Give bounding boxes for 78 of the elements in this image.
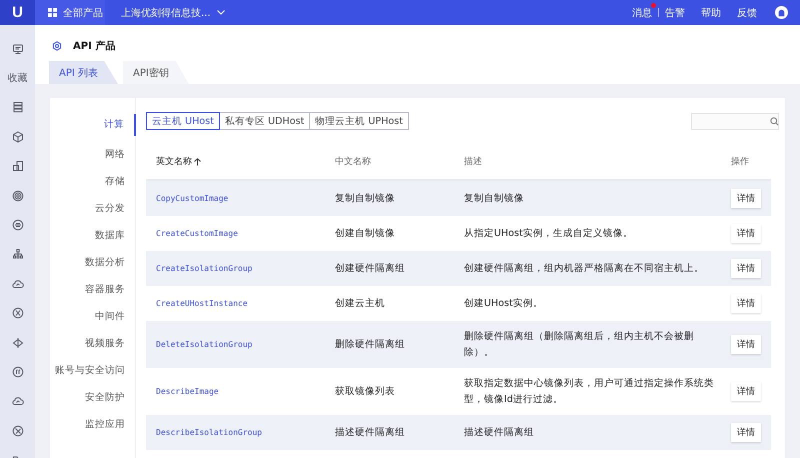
category-item[interactable]: 存储 [105, 168, 135, 195]
category-item[interactable]: 视频服务 [85, 330, 135, 357]
category-item[interactable]: 监控应用 [85, 411, 135, 438]
category-item[interactable]: 数据库 [95, 222, 135, 249]
category-item[interactable]: 账号与安全访问 [55, 357, 135, 384]
table-cell-text: 创建自制镜像 [335, 226, 395, 241]
table-cell-text: 删除硬件隔离组 [335, 338, 405, 352]
details-button[interactable]: 详情 [731, 382, 761, 401]
grid-icon [48, 8, 57, 17]
top-link[interactable]: 帮助 [701, 6, 721, 20]
api-name-link[interactable]: CreateUHostInstance [156, 299, 248, 308]
top-link[interactable]: 告警 [665, 6, 685, 20]
table-cell-text: 复制自制镜像 [464, 192, 524, 206]
column-header: 操作 [731, 156, 749, 168]
category-item[interactable]: 云分发 [95, 195, 135, 222]
api-name-link[interactable]: DescribeImage [156, 387, 219, 396]
target-icon[interactable] [12, 190, 24, 202]
circle-slash-icon[interactable] [12, 424, 24, 437]
hierarchy-icon[interactable] [12, 248, 24, 260]
settings-icon [52, 41, 62, 51]
top-link[interactable]: 消息 [632, 6, 652, 20]
table-cell-text: 创建硬件隔离组 [335, 262, 405, 276]
table-cell-text: 复制自制镜像 [335, 192, 395, 206]
category-item[interactable]: 容器服务 [85, 276, 135, 303]
circle-x-icon[interactable] [12, 307, 24, 320]
table-cell-text: 获取镜像列表 [335, 384, 395, 399]
cloud-icon[interactable] [12, 278, 24, 290]
category-item[interactable]: 计算 [104, 114, 136, 136]
category-item[interactable]: 中间件 [95, 303, 135, 330]
api-name-link[interactable]: CreateIsolationGroup [156, 264, 252, 273]
search-field[interactable] [691, 112, 779, 130]
chevron-down-icon [216, 10, 225, 15]
sort-arrow-icon[interactable] [194, 158, 201, 166]
favorites-link[interactable]: 收藏 [8, 71, 28, 86]
api-name-link[interactable]: DescribeIsolationGroup [156, 428, 262, 437]
database-icon[interactable] [12, 219, 24, 232]
cube-icon[interactable] [12, 130, 24, 143]
table-cell-text: 创建硬件隔离组，组内机器严格隔离在不同宿主机上。 [464, 262, 704, 276]
column-header: 中文名称 [335, 156, 371, 168]
tab[interactable]: API 列表 [49, 61, 118, 84]
circle-icon[interactable] [12, 366, 24, 378]
search-icon [770, 116, 779, 126]
user-avatar-icon[interactable] [775, 6, 788, 19]
table-cell-text: 从指定UHost实例，生成自定义镜像。 [464, 226, 633, 241]
server-icon[interactable] [12, 101, 24, 114]
table-cell-text: 删除硬件隔离组（删除隔离组后，组内主机不会被删除）。 [464, 330, 695, 360]
storage-icon[interactable] [12, 160, 24, 172]
api-name-link[interactable]: DeleteIsolationGroup [156, 340, 252, 349]
category-item[interactable]: 数据分析 [85, 249, 135, 276]
details-button[interactable]: 详情 [731, 259, 761, 278]
project-selector[interactable]: 上海优刻得信息技... [105, 6, 225, 20]
page-title: API 产品 [73, 40, 116, 53]
category-item[interactable]: 安全防护 [85, 384, 135, 411]
table-cell-text: 描述硬件隔离组 [335, 426, 405, 440]
network-icon[interactable] [12, 336, 24, 349]
table-cell-text: 创建云主机 [335, 296, 385, 311]
table-cell-text: 获取指定数据中心镜像列表，用户可通过指定操作系统类型，镜像Id进行过滤。 [464, 377, 715, 406]
logo[interactable]: U [0, 0, 35, 25]
product-tab[interactable]: 物理云主机 UPHost [309, 112, 409, 130]
product-tab[interactable]: 私有专区 UDHost [218, 112, 310, 130]
table-cell-text: 创建UHost实例。 [464, 296, 543, 311]
details-button[interactable]: 详情 [731, 294, 761, 313]
api-name-link[interactable]: CopyCustomImage [156, 194, 228, 203]
table-cell-text: 描述硬件隔离组 [464, 426, 534, 440]
column-header: 描述 [464, 156, 482, 168]
monitor-icon[interactable] [12, 42, 24, 55]
column-header[interactable]: 英文名称 [156, 155, 192, 168]
api-name-link[interactable]: CreateCustomImage [156, 229, 238, 238]
details-button[interactable]: 详情 [731, 335, 761, 354]
category-item[interactable]: 网络 [105, 141, 135, 168]
details-button[interactable]: 详情 [731, 224, 761, 243]
all-products-button[interactable]: 全部产品 [35, 0, 105, 25]
product-tab[interactable]: 云主机 UHost [146, 112, 220, 130]
cloud-icon[interactable] [12, 395, 24, 408]
details-button[interactable]: 详情 [731, 423, 761, 442]
tab[interactable]: API密钥 [123, 61, 189, 84]
top-link[interactable]: 反馈 [737, 6, 757, 20]
details-button[interactable]: 详情 [731, 189, 761, 208]
